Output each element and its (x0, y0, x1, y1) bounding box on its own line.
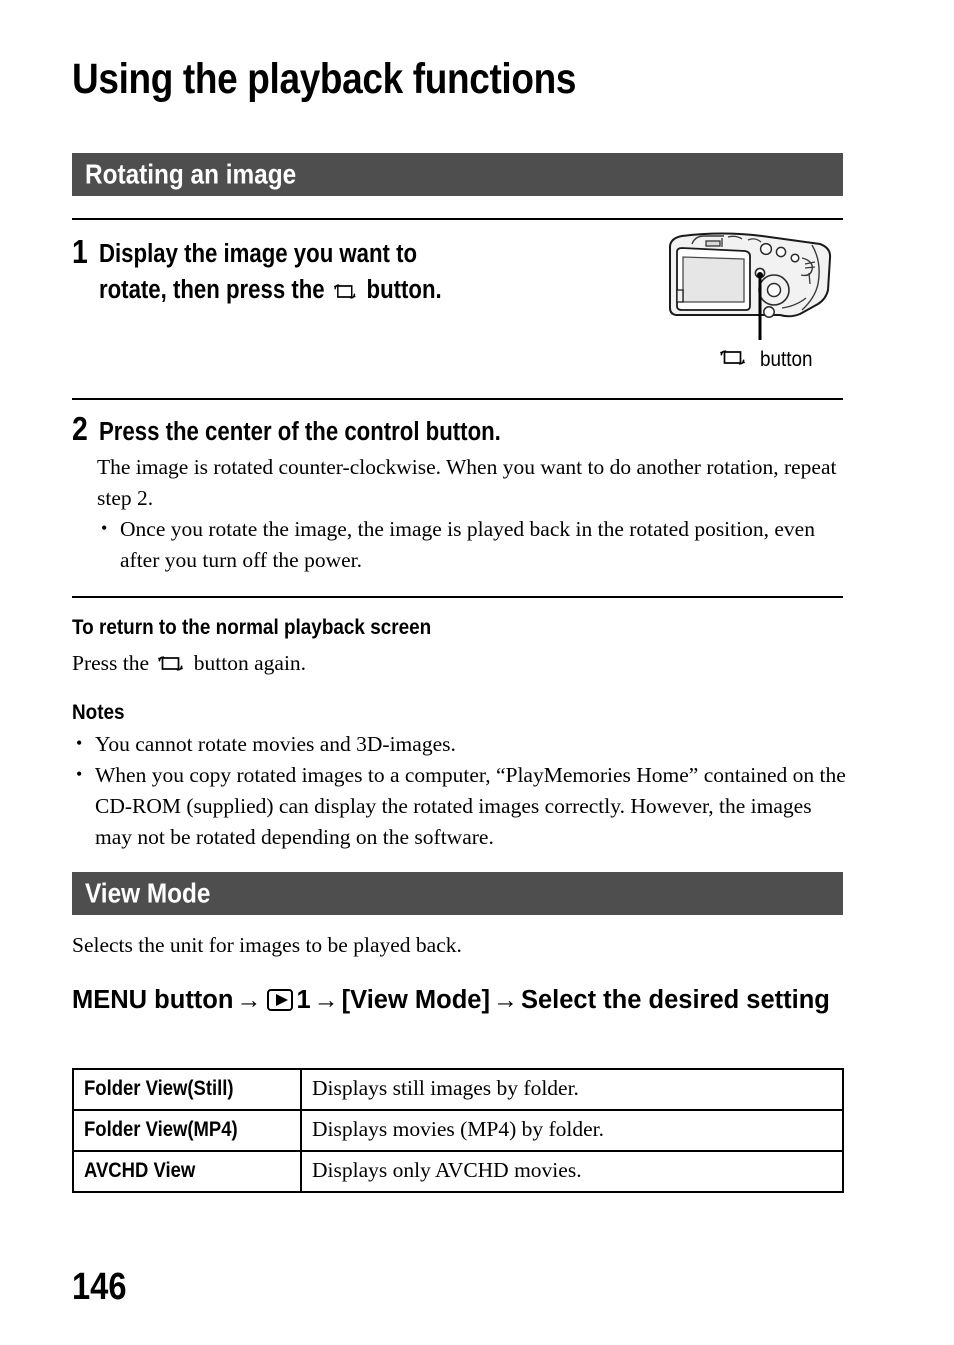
list-item: Once you rotate the image, the image is … (97, 513, 847, 576)
return-text-before-icon: Press the (72, 651, 150, 675)
step-2-paragraph: The image is rotated counter-clockwise. … (97, 455, 837, 510)
list-item: You cannot rotate movies and 3D-images. (72, 728, 847, 760)
table-row: Folder View(MP4) Displays movies (MP4) b… (72, 1109, 844, 1152)
menu-path-segment-view-mode: [View Mode] (341, 986, 490, 1014)
rotate-icon (156, 652, 186, 683)
table-cell-option-description: Displays movies (MP4) by folder. (300, 1109, 844, 1152)
table-row: AVCHD View Displays only AVCHD movies. (72, 1150, 844, 1193)
list-item: When you copy rotated images to a comput… (72, 759, 847, 853)
divider-above-step-2 (72, 398, 843, 400)
step-1-number: 1 (72, 233, 88, 270)
playback-icon (267, 989, 294, 1011)
table-cell-option-description: Displays only AVCHD movies. (300, 1150, 844, 1193)
step-2-number: 2 (72, 410, 88, 447)
menu-navigation-path: MENU button → 1 → [View Mode] → Select the des… (72, 982, 862, 1019)
table-cell-option-label: Folder View(Still) (72, 1068, 302, 1111)
step-2-heading: Press the center of the control button. (99, 418, 501, 446)
table-cell-option-label: AVCHD View (72, 1150, 302, 1193)
menu-path-segment-tab-number: 1 (296, 986, 311, 1014)
return-text-after-icon: button again. (193, 651, 307, 675)
step-1-heading-line-1: Display the image you want to (99, 240, 418, 268)
page-title: Using the playback functions (72, 55, 577, 103)
camera-illustration: button (662, 228, 847, 378)
rotate-icon (333, 276, 359, 312)
subsection-heading-notes: Notes (72, 700, 125, 724)
page-number: 146 (72, 1266, 127, 1308)
arrow-right-icon: → (313, 986, 339, 1014)
section-header-label: View Mode (85, 876, 211, 908)
camera-button-caption: button (716, 346, 819, 372)
step-1-heading-line-2a: rotate, then press the (99, 276, 325, 304)
rotate-icon (718, 346, 748, 372)
menu-path-segment-menu-button: MENU button (72, 986, 234, 1014)
camera-caption-text: button (760, 347, 813, 371)
step-2-bullet-list: Once you rotate the image, the image is … (97, 513, 847, 576)
table-row: Folder View(Still) Displays still images… (72, 1068, 844, 1111)
notes-bullet-list: You cannot rotate movies and 3D-images. … (72, 728, 847, 853)
table-cell-option-description: Displays still images by folder. (300, 1068, 844, 1111)
table-cell-option-label: Folder View(MP4) (72, 1109, 302, 1152)
step-1-heading-line-2b: button. (366, 276, 442, 304)
menu-path-segment-select-setting: Select the desired setting (520, 986, 830, 1014)
view-mode-description: Selects the unit for images to be played… (72, 933, 462, 957)
document-page: Using the playback functions Rotating an… (0, 0, 954, 1345)
divider-above-step-1 (72, 218, 843, 220)
section-header-rotating-an-image: Rotating an image (72, 153, 843, 196)
section-header-view-mode: View Mode (72, 872, 843, 915)
subsection-heading-return-to-normal-playback: To return to the normal playback screen (72, 615, 432, 639)
view-mode-options-table: Folder View(Still) Displays still images… (72, 1068, 844, 1193)
divider-above-return-section (72, 596, 843, 598)
arrow-right-icon: → (492, 986, 518, 1014)
return-instruction: Press the button again. (72, 648, 832, 683)
arrow-right-icon: → (236, 986, 262, 1014)
section-header-label: Rotating an image (85, 157, 297, 189)
step-1-heading: Display the image you want to rotate, th… (99, 236, 442, 312)
